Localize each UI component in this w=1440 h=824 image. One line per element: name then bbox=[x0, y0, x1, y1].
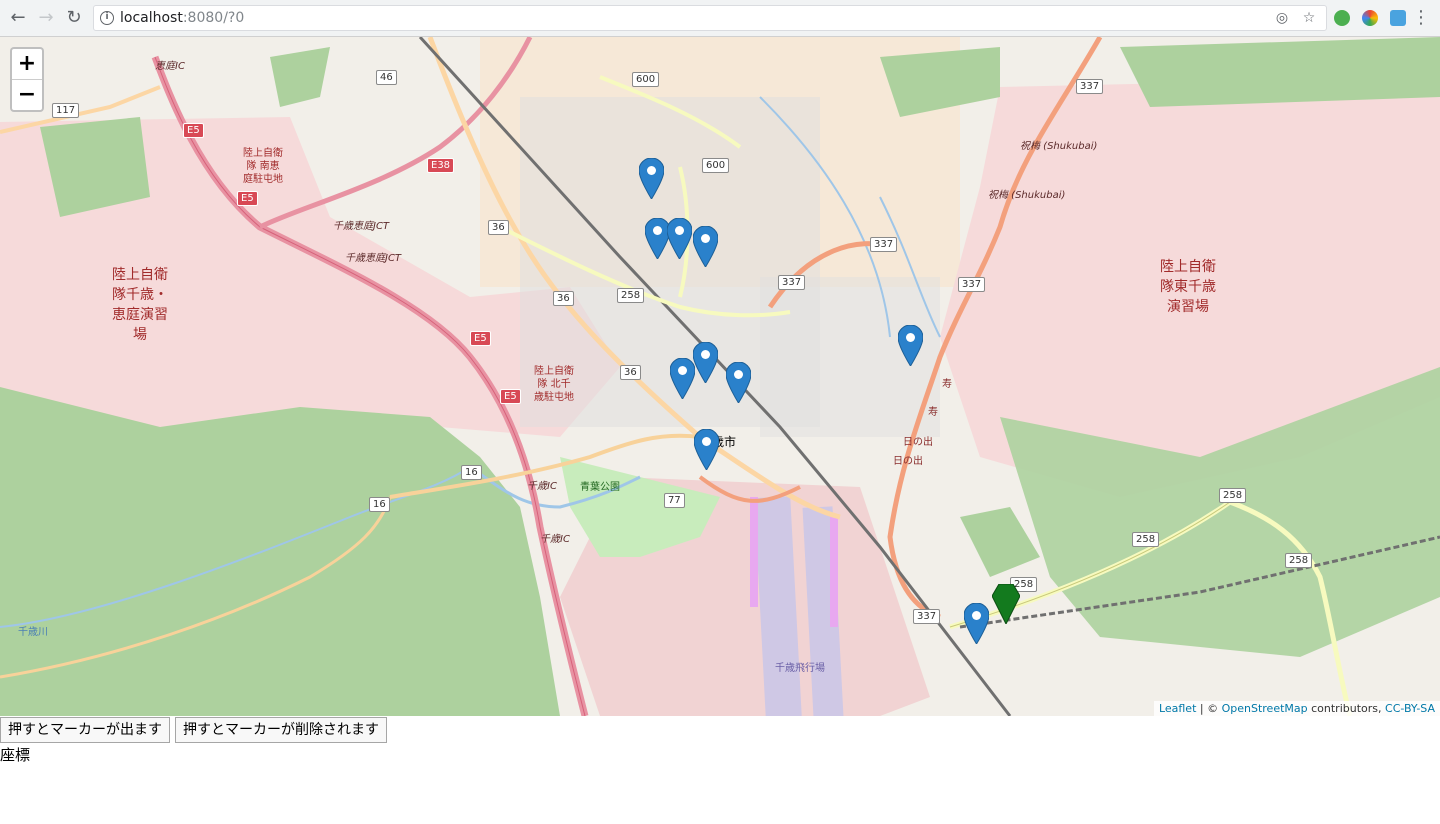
bookmark-star-icon[interactable]: ☆ bbox=[1301, 10, 1317, 26]
zoom-out-button[interactable]: − bbox=[12, 80, 42, 110]
airport-label: 千歳飛行場 bbox=[775, 663, 825, 674]
extension-icon-2[interactable] bbox=[1390, 10, 1406, 26]
map-marker[interactable] bbox=[670, 358, 695, 399]
shukubai-label-2: 祝梅 (Shukubai) bbox=[988, 190, 1066, 201]
info-icon[interactable]: i bbox=[100, 11, 114, 25]
route-shield: 36 bbox=[553, 291, 574, 306]
route-shield: 337 bbox=[913, 609, 941, 624]
browser-toolbar: ← → ↻ i localhost:8080/?0 ◎ ☆ ⋮ bbox=[0, 0, 1440, 37]
osm-link[interactable]: OpenStreetMap bbox=[1222, 702, 1308, 715]
map-marker[interactable] bbox=[898, 325, 923, 366]
map-marker[interactable] bbox=[667, 218, 692, 259]
license-link[interactable]: CC-BY-SA bbox=[1385, 702, 1435, 715]
route-shield: 600 bbox=[702, 158, 730, 173]
color-picker-extension-icon[interactable] bbox=[1362, 10, 1378, 26]
route-shield: 258 bbox=[617, 288, 645, 303]
route-shield: 258 bbox=[1132, 532, 1160, 547]
route-shield: 77 bbox=[664, 493, 685, 508]
route-shield: 337 bbox=[778, 275, 806, 290]
route-shield: 36 bbox=[488, 220, 509, 235]
attribution-sep: | © bbox=[1196, 702, 1222, 715]
aoba-park-label: 青葉公園 bbox=[580, 482, 620, 493]
route-shield: 337 bbox=[1076, 79, 1104, 94]
green-marker[interactable] bbox=[992, 584, 1020, 624]
expressway-shield: E38 bbox=[427, 158, 455, 173]
camp-south-eniwa-label: 陸上自衛 隊 南恵 庭駐屯地 bbox=[243, 148, 283, 185]
route-shield: 258 bbox=[1219, 488, 1247, 503]
route-shield: 117 bbox=[52, 103, 80, 118]
map-tiles bbox=[0, 37, 1440, 716]
url-text: localhost:8080/?0 bbox=[120, 10, 245, 26]
address-bar[interactable]: i localhost:8080/?0 ◎ ☆ bbox=[93, 5, 1327, 31]
training-area-east-label: 陸上自衛 隊東千歳 演習場 bbox=[1160, 259, 1216, 315]
route-shield: 258 bbox=[1285, 553, 1313, 568]
map-marker[interactable] bbox=[964, 603, 989, 644]
route-shield: 16 bbox=[461, 465, 482, 480]
expressway-shield: E5 bbox=[183, 123, 204, 138]
map-marker[interactable] bbox=[693, 226, 718, 267]
map[interactable]: 陸上自衛 隊千歳・ 恵庭演習 場 陸上自衛 隊東千歳 演習場 陸上自衛 隊 南恵… bbox=[0, 37, 1440, 716]
add-marker-button[interactable]: 押すとマーカーが出ます bbox=[0, 717, 170, 743]
map-marker[interactable] bbox=[726, 362, 751, 403]
location-icon[interactable]: ◎ bbox=[1274, 10, 1290, 26]
jct-label-1: 千歳恵庭JCT bbox=[333, 221, 390, 232]
attribution-contributors: contributors, bbox=[1307, 702, 1386, 715]
chitose-ic-label-1: 千歳IC bbox=[527, 481, 557, 492]
route-shield: 337 bbox=[958, 277, 986, 292]
training-area-west-label: 陸上自衛 隊千歳・ 恵庭演習 場 bbox=[112, 267, 168, 343]
chitose-river-label: 千歳川 bbox=[18, 627, 48, 638]
leaflet-link[interactable]: Leaflet bbox=[1159, 702, 1196, 715]
menu-icon[interactable]: ⋮ bbox=[1410, 6, 1432, 30]
map-marker[interactable] bbox=[694, 429, 719, 470]
expressway-shield: E5 bbox=[237, 191, 258, 206]
route-shield: 600 bbox=[632, 72, 660, 87]
hinode-label-1: 日の出 bbox=[903, 437, 933, 448]
back-arrow-icon[interactable]: ← bbox=[6, 6, 30, 30]
hinode-label-2: 日の出 bbox=[893, 456, 923, 467]
forward-arrow-icon[interactable]: → bbox=[34, 6, 58, 30]
jct-label-2: 千歳恵庭JCT bbox=[345, 253, 402, 264]
expressway-shield: E5 bbox=[470, 331, 491, 346]
route-shield: 337 bbox=[870, 237, 898, 252]
route-shield: 16 bbox=[369, 497, 390, 512]
extension-icon[interactable] bbox=[1334, 10, 1350, 26]
expressway-shield: E5 bbox=[500, 389, 521, 404]
map-marker[interactable] bbox=[639, 158, 664, 199]
eniwa-ic-label: 恵庭IC bbox=[155, 61, 185, 72]
kotobuki-label-1: 寿 bbox=[942, 379, 952, 390]
camp-north-chitose-label: 陸上自衛 隊 北千 歳駐屯地 bbox=[534, 366, 574, 403]
route-shield: 46 bbox=[376, 70, 397, 85]
shukubai-label-1: 祝梅 (Shukubai) bbox=[1020, 141, 1098, 152]
remove-marker-button[interactable]: 押すとマーカーが削除されます bbox=[175, 717, 387, 743]
route-shield: 36 bbox=[620, 365, 641, 380]
map-attribution: Leaflet | © OpenStreetMap contributors, … bbox=[1153, 701, 1440, 716]
zoom-in-button[interactable]: + bbox=[12, 49, 42, 80]
map-marker[interactable] bbox=[693, 342, 718, 383]
coordinates-label: 座標 bbox=[0, 746, 31, 764]
chitose-ic-label-2: 千歳IC bbox=[540, 534, 570, 545]
zoom-control: + − bbox=[10, 47, 44, 112]
reload-icon[interactable]: ↻ bbox=[62, 6, 86, 30]
kotobuki-label-2: 寿 bbox=[928, 407, 938, 418]
